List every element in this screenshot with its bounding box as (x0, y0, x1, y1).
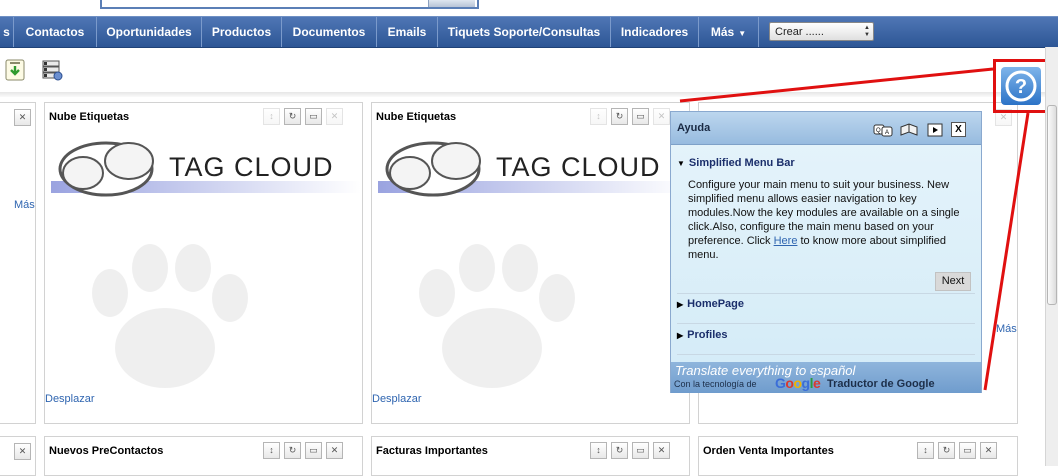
close-icon[interactable]: ✕ (14, 109, 31, 126)
google-logo: Google (775, 375, 821, 391)
close-icon[interactable]: ✕ (653, 108, 670, 125)
panel-title: Nube Etiquetas (376, 111, 457, 123)
nav-item-productos[interactable]: Productos (202, 17, 282, 47)
paw-watermark (92, 244, 248, 388)
resize-icon[interactable]: ↕ (263, 108, 280, 125)
dashboard-panel-left-partial: ✕ Más (0, 102, 36, 424)
resize-icon[interactable]: ↕ (590, 442, 607, 459)
nav-item-mas-label: Más (710, 25, 735, 39)
minimize-icon[interactable]: ▭ (959, 442, 976, 459)
help-popup-header: Ayuda Q A X (671, 112, 981, 145)
help-section-heading: Simplified Menu Bar (688, 157, 795, 169)
dashboard-panel-tag-cloud-2: Nube Etiquetas ↕ ↻ ▭ ✕ TAG CLOUD Desplaz… (371, 102, 690, 424)
video-icon[interactable] (925, 123, 945, 137)
svg-text:?: ? (1015, 76, 1027, 98)
powered-by-text: Con la tecnología de (674, 379, 757, 389)
tag-cloud-text: TAG CLOUD (496, 152, 661, 182)
search-button[interactable] (428, 0, 475, 7)
tag-cloud-text: TAG CLOUD (169, 152, 334, 182)
desplazar-link[interactable]: Desplazar (372, 393, 422, 405)
close-icon[interactable]: ✕ (326, 108, 343, 125)
nav-item-documentos[interactable]: Documentos (282, 17, 377, 47)
close-icon[interactable]: ✕ (980, 442, 997, 459)
dashboard-panel-facturas-importantes: Facturas Importantes ↕ ↻ ▭ ✕ (371, 436, 690, 476)
svg-text:Q: Q (876, 128, 881, 134)
panel-title: Nube Etiquetas (49, 111, 130, 123)
panel-title: Orden Venta Importantes (703, 445, 834, 457)
resize-icon[interactable]: ↕ (917, 442, 934, 459)
book-icon[interactable] (899, 122, 919, 137)
more-link-left[interactable]: Más (14, 199, 35, 211)
dashboard-panel-tag-cloud-1: Nube Etiquetas ↕ ↻ ▭ ✕ TAG CLOUD Desplaz… (44, 102, 363, 424)
help-next-button[interactable]: Next (935, 272, 971, 291)
minimize-icon[interactable]: ▭ (632, 108, 649, 125)
minimize-icon[interactable]: ▭ (632, 442, 649, 459)
minimize-icon[interactable]: ▭ (305, 442, 322, 459)
nav-item-partial[interactable]: s (0, 17, 14, 47)
nav-item-mas[interactable]: Más ▼ (699, 17, 759, 47)
more-link-right[interactable]: Más (996, 323, 1017, 335)
help-close-button[interactable]: X (951, 122, 966, 137)
select-arrows-icon: ▲ ▼ (864, 25, 870, 38)
help-separator (677, 323, 975, 324)
help-section-simplified-menu[interactable]: ▼ Simplified Menu Bar (677, 157, 795, 169)
minimize-icon[interactable]: ▭ (305, 108, 322, 125)
import-icon[interactable] (4, 58, 26, 82)
dashboard-panel-nuevos-precontactos: Nuevos PreContactos ↕ ↻ ▭ ✕ (44, 436, 363, 476)
crear-select-value: Crear ...... (775, 26, 824, 38)
help-section-body: Configure your main menu to suit your bu… (688, 178, 978, 262)
paw-watermark (419, 244, 575, 388)
help-popup: Ayuda Q A X ▼ Simplified Menu Bar Configu… (670, 111, 982, 393)
triangle-down-icon: ▼ (677, 159, 685, 168)
desplazar-link[interactable]: Desplazar (45, 393, 95, 405)
toolbar-divider (0, 92, 1045, 97)
translator-name: Traductor de Google (827, 378, 935, 390)
question-mark-icon: ? (1005, 70, 1037, 102)
triangle-right-icon: ▶ (677, 331, 684, 340)
list-settings-icon[interactable] (40, 58, 64, 82)
dashboard-panel-orden-venta-importantes: Orden Venta Importantes ↕ ↻ ▭ ✕ (698, 436, 1018, 476)
translate-prompt[interactable]: Translate everything to español (675, 363, 855, 378)
triangle-right-icon: ▶ (677, 300, 684, 309)
refresh-icon[interactable]: ↻ (611, 108, 628, 125)
nav-item-emails[interactable]: Emails (377, 17, 438, 47)
help-section-homepage[interactable]: ▶ HomePage (677, 298, 744, 310)
chevron-down-icon: ▼ (738, 29, 747, 38)
nav-item-oportunidades[interactable]: Oportunidades (97, 17, 202, 47)
google-translate-bar[interactable]: Translate everything to español Con la t… (671, 362, 981, 393)
help-section-heading: Profiles (687, 329, 728, 341)
help-section-profiles[interactable]: ▶ Profiles (677, 329, 728, 341)
refresh-icon[interactable]: ↻ (284, 442, 301, 459)
refresh-icon[interactable]: ↻ (938, 442, 955, 459)
refresh-icon[interactable]: ↻ (611, 442, 628, 459)
main-navbar: s Contactos Oportunidades Productos Docu… (0, 16, 1058, 48)
vertical-scrollbar[interactable] (1045, 47, 1058, 466)
search-input[interactable] (100, 0, 479, 9)
close-icon[interactable]: ✕ (326, 442, 343, 459)
scrollbar-thumb[interactable] (1047, 105, 1057, 305)
nav-item-contactos[interactable]: Contactos (14, 17, 97, 47)
faq-icon[interactable]: Q A (873, 123, 893, 137)
crear-select[interactable]: Crear ...... ▲ ▼ (769, 22, 874, 41)
nav-item-indicadores[interactable]: Indicadores (611, 17, 699, 47)
help-button-highlight: ? (993, 59, 1049, 113)
help-section-heading: HomePage (687, 298, 745, 310)
dashboard-panel-left-row2: ✕ (0, 436, 36, 476)
help-button[interactable]: ? (1001, 67, 1041, 105)
svg-text:A: A (885, 130, 889, 136)
refresh-icon[interactable]: ↻ (284, 108, 301, 125)
panel-title: Facturas Importantes (376, 445, 488, 457)
help-popup-title: Ayuda (677, 122, 711, 134)
help-here-link[interactable]: Here (774, 235, 798, 247)
resize-icon[interactable]: ↕ (590, 108, 607, 125)
panel-title: Nuevos PreContactos (49, 445, 164, 457)
tag-cloud-logo: TAG CLOUD (378, 141, 688, 197)
help-separator (677, 293, 975, 294)
close-icon[interactable]: ✕ (14, 443, 31, 460)
tag-cloud-logo: TAG CLOUD (51, 141, 361, 197)
resize-icon[interactable]: ↕ (263, 442, 280, 459)
nav-item-tiquets[interactable]: Tiquets Soporte/Consultas (438, 17, 611, 47)
close-icon[interactable]: ✕ (653, 442, 670, 459)
help-separator (677, 354, 975, 355)
